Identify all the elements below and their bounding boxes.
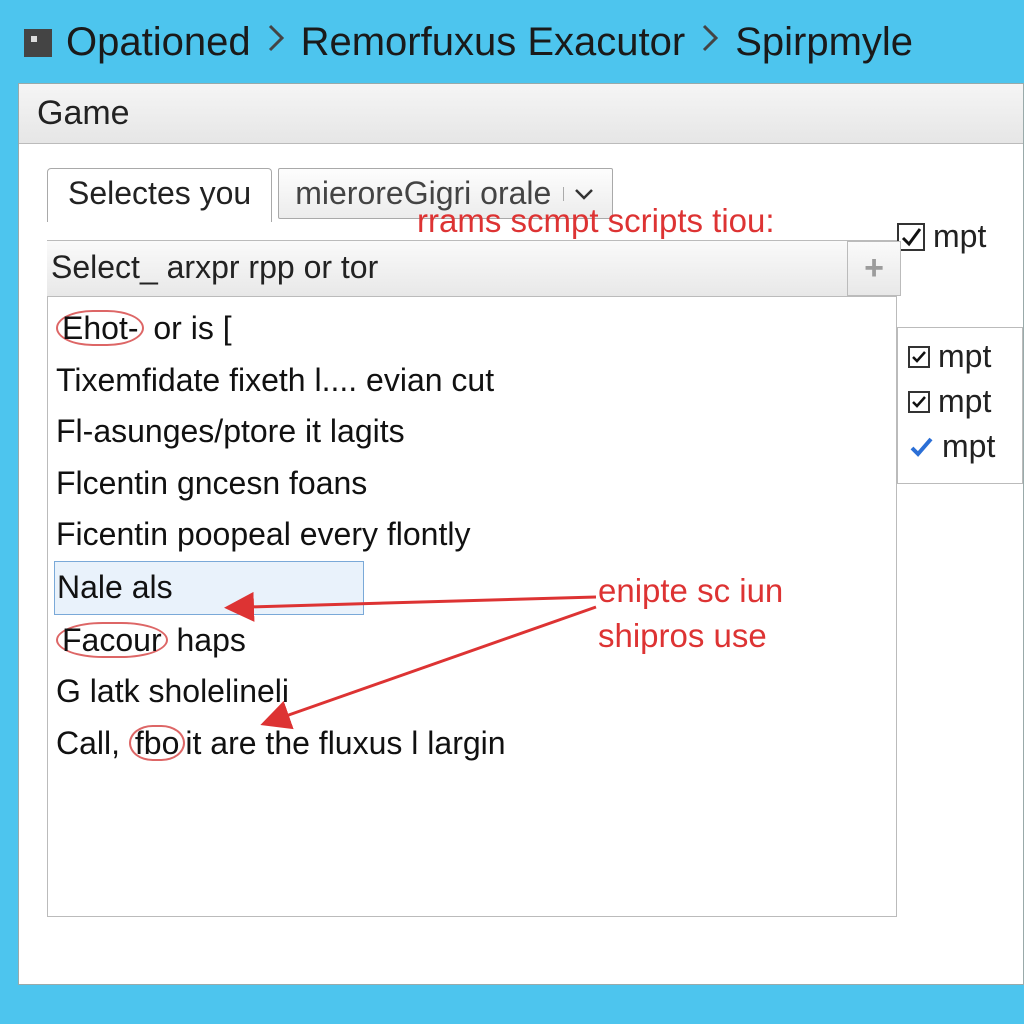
list-item[interactable]: G latk sholelineli — [54, 666, 890, 718]
chevron-right-icon — [701, 23, 719, 62]
checkbox-row[interactable]: mpt — [908, 428, 1016, 465]
list-item-text: Call, — [56, 725, 129, 761]
annotation-line: shipros use — [598, 614, 783, 659]
breadcrumb-2[interactable]: Remorfuxus Exacutor — [301, 20, 686, 65]
item-list[interactable]: Ehot- or is [ Tixemfidate fixeth l.... e… — [47, 297, 897, 917]
list-header-label: Select_ arxpr rpp or tor — [51, 249, 378, 285]
main-column: Selectes you mieroreGigri orale rrams sc… — [47, 168, 897, 984]
plus-icon: + — [864, 249, 884, 288]
list-item[interactable]: Ehot- or is [ — [54, 303, 890, 355]
checkmark-icon[interactable] — [908, 433, 934, 461]
menu-game[interactable]: Game — [37, 94, 130, 132]
client-area: Game Selectes you mieroreGigri orale rra… — [18, 83, 1024, 985]
add-button[interactable]: + — [847, 241, 901, 296]
list-header: Select_ arxpr rpp or tor + — [47, 240, 897, 297]
list-item[interactable]: Fl-asunges/ptore it lagits — [54, 406, 890, 458]
list-item[interactable]: Ficentin poopeal every flontly — [54, 509, 890, 561]
checkbox-label: mpt — [933, 218, 986, 255]
app-icon — [24, 29, 52, 57]
list-item[interactable]: Flcentin gncesn foans — [54, 458, 890, 510]
highlight-mark: Facour — [56, 622, 168, 658]
menubar: Game — [19, 84, 1023, 144]
highlight-mark: Ehot- — [56, 310, 144, 346]
annotation-red-mid: enipte sc iun shipros use — [598, 569, 783, 658]
checkbox-label: mpt — [938, 338, 991, 375]
list-item-selected[interactable]: Nale als — [54, 561, 364, 615]
content-area: Selectes you mieroreGigri orale rrams sc… — [19, 144, 1023, 984]
chevron-right-icon — [267, 23, 285, 62]
side-panel: mpt mpt mpt — [897, 327, 1023, 484]
chevron-down-icon[interactable] — [563, 187, 604, 201]
checkbox-row[interactable]: mpt — [897, 218, 1023, 255]
checkbox-icon[interactable] — [908, 346, 930, 368]
window-frame: Opationed Remorfuxus Exacutor Spirpmyle … — [0, 0, 1024, 1024]
list-item[interactable]: Call, fboit are the fluxus l largin — [54, 718, 890, 770]
list-item[interactable]: Tixemfidate fixeth l.... evian cut — [54, 355, 890, 407]
annotation-line: enipte sc iun — [598, 569, 783, 614]
checkbox-row[interactable]: mpt — [908, 338, 1016, 375]
checkbox-label: mpt — [942, 428, 995, 465]
checkbox-icon[interactable] — [897, 223, 925, 251]
checkbox-icon[interactable] — [908, 391, 930, 413]
highlight-mark: fbo — [129, 725, 185, 761]
list-item-text: it are the fluxus l largin — [185, 725, 505, 761]
side-column: mpt mpt mpt — [897, 168, 1023, 984]
checkbox-label: mpt — [938, 383, 991, 420]
annotation-red-top: rrams scmpt scripts tiou: — [417, 202, 775, 240]
tab-selectes-you[interactable]: Selectes you — [47, 168, 272, 222]
breadcrumb-1[interactable]: Opationed — [66, 20, 251, 65]
breadcrumb-3[interactable]: Spirpmyle — [735, 20, 913, 65]
checkbox-row[interactable]: mpt — [908, 383, 1016, 420]
list-item-text: haps — [168, 622, 246, 658]
list-item-text: or is [ — [144, 310, 231, 346]
titlebar: Opationed Remorfuxus Exacutor Spirpmyle — [14, 14, 1024, 83]
